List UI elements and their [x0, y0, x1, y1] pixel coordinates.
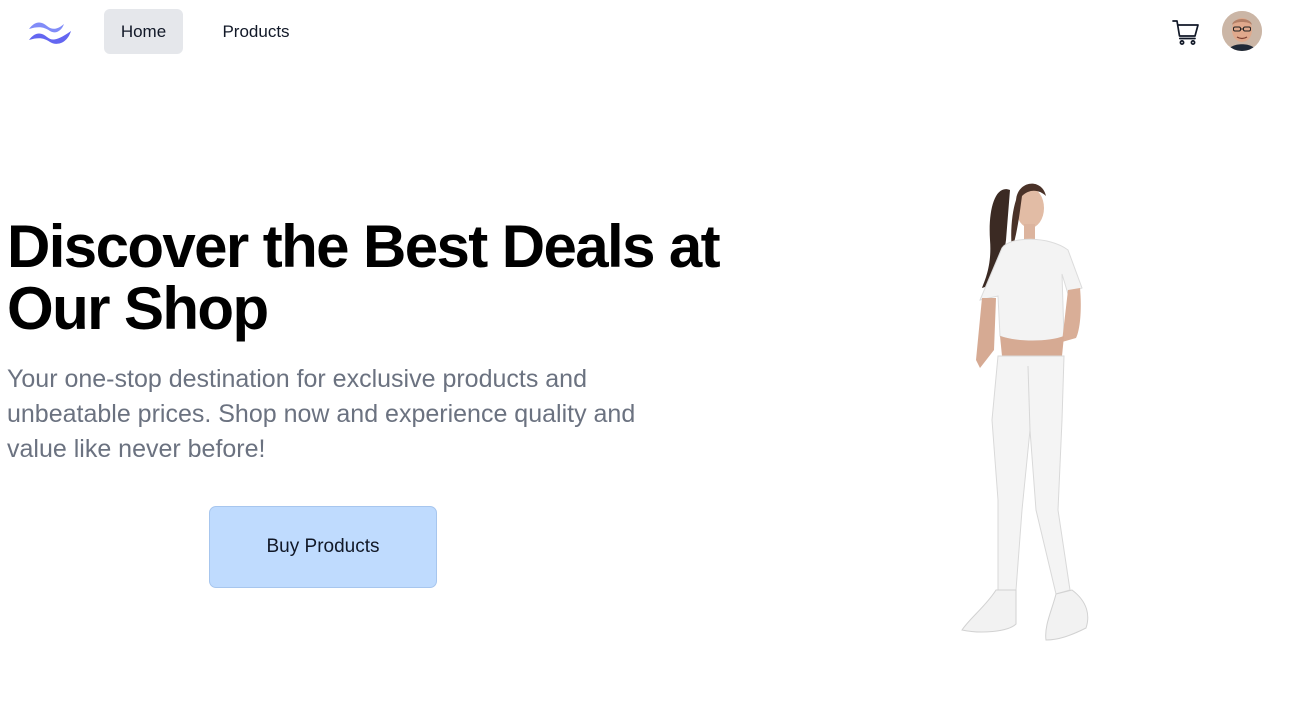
logo-icon[interactable]	[26, 16, 74, 48]
nav-link-products[interactable]: Products	[204, 9, 308, 54]
top-navbar: Home Products	[0, 0, 1292, 64]
page: Home Products Discover the Best Deals at…	[0, 0, 1292, 728]
buy-products-button[interactable]: Buy Products	[209, 506, 437, 588]
hero-title: Discover the Best Deals at Our Shop	[7, 213, 721, 342]
hero-model-image	[961, 183, 1089, 641]
avatar-icon	[1222, 11, 1262, 51]
shopping-cart-icon[interactable]	[1171, 17, 1201, 47]
nav-link-home[interactable]: Home	[104, 9, 183, 54]
user-avatar[interactable]	[1222, 11, 1262, 51]
hero-subtitle: Your one-stop destination for exclusive …	[7, 365, 636, 463]
